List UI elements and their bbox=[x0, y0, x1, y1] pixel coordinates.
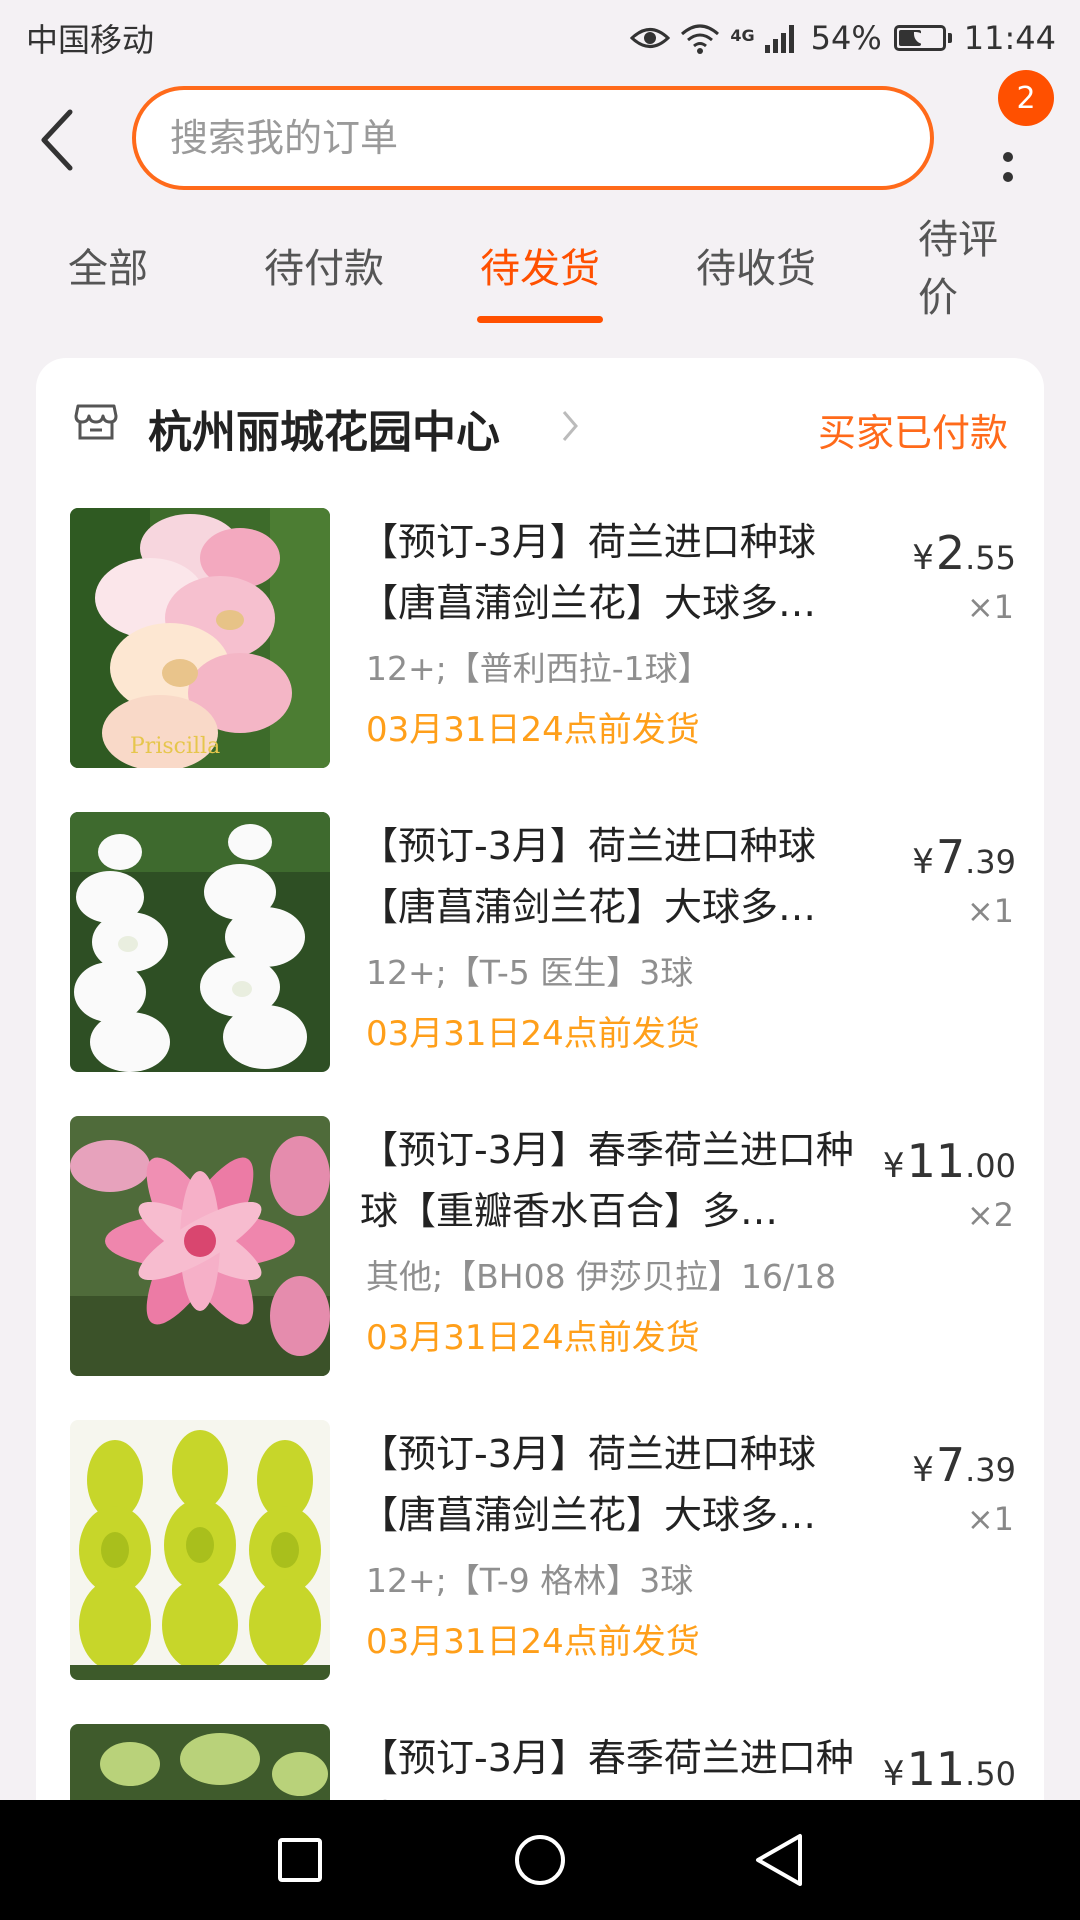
order-item[interactable]: 【预订-3月】荷兰进口种球【唐菖蒲剑兰花】大球多… 12+;【T-5 医生】3球… bbox=[36, 812, 1044, 1072]
status-icons: 4G bbox=[630, 22, 798, 54]
product-spec: 12+;【T-5 医生】3球 bbox=[366, 953, 694, 992]
product-spec: 12+;【普利西拉-1球】 bbox=[366, 649, 711, 688]
status-right: 4G 54% 11:44 bbox=[630, 19, 1056, 57]
product-spec: 其他;【BH08 伊莎贝拉】16/18 bbox=[366, 1257, 837, 1296]
ship-deadline: 03月31日24点前发货 bbox=[366, 1622, 700, 1662]
product-price: ¥7.39 bbox=[912, 1438, 1016, 1492]
order-item[interactable]: 【预订-3月】春季荷兰进口种球【重瓣香水百合】多… 其他;【BH08 伊莎贝拉】… bbox=[36, 1116, 1044, 1376]
more-dot-icon bbox=[1003, 152, 1013, 162]
carrier-label: 中国移动 bbox=[26, 21, 155, 59]
shop-header[interactable]: 杭州丽城花园中心 买家已付款 bbox=[36, 358, 1044, 488]
product-quantity: ×1 bbox=[966, 1500, 1014, 1538]
battery-percent: 54% bbox=[810, 19, 882, 57]
notification-badge: 2 bbox=[998, 70, 1054, 126]
back-nav-icon[interactable] bbox=[750, 1830, 810, 1890]
top-bar bbox=[0, 80, 1080, 200]
product-image-pink-lily[interactable] bbox=[70, 1116, 330, 1376]
ship-deadline: 03月31日24点前发货 bbox=[366, 1318, 700, 1358]
product-title[interactable]: 【预订-3月】荷兰进口种球【唐菖蒲剑兰花】大球多… bbox=[360, 1424, 860, 1546]
order-card: 杭州丽城花园中心 买家已付款 Priscilla 【预订-3月】荷兰进口种球【唐… bbox=[36, 358, 1044, 1918]
order-item[interactable]: 【预订-3月】荷兰进口种球【唐菖蒲剑兰花】大球多… 12+;【T-9 格林】3球… bbox=[36, 1420, 1044, 1680]
back-arrow-icon bbox=[41, 109, 73, 171]
product-image-green-gladiolus[interactable] bbox=[70, 1420, 330, 1680]
wifi-icon bbox=[681, 24, 720, 54]
order-item[interactable]: Priscilla 【预订-3月】荷兰进口种球【唐菖蒲剑兰花】大球多… 12+;… bbox=[36, 508, 1044, 768]
more-dot-icon bbox=[1003, 172, 1013, 182]
tab-pending-payment[interactable]: 待付款 bbox=[264, 220, 384, 310]
recent-apps-icon[interactable] bbox=[270, 1830, 330, 1890]
clock: 11:44 bbox=[963, 19, 1056, 57]
active-tab-indicator bbox=[477, 316, 603, 323]
product-quantity: ×2 bbox=[966, 1196, 1014, 1234]
store-icon bbox=[74, 404, 118, 440]
home-icon[interactable] bbox=[510, 1830, 570, 1890]
chevron-right-icon bbox=[562, 411, 578, 441]
back-button[interactable] bbox=[30, 102, 90, 178]
svg-text:Priscilla: Priscilla bbox=[130, 734, 220, 759]
tab-all[interactable]: 全部 bbox=[68, 220, 148, 310]
search-input[interactable] bbox=[168, 115, 858, 161]
order-tabs: 全部 待付款 待发货 待收货 待评价 bbox=[0, 217, 1080, 330]
product-title[interactable]: 【预订-3月】春季荷兰进口种球【重瓣香水百合】多… bbox=[360, 1120, 860, 1242]
product-price: ¥11.50 bbox=[882, 1742, 1016, 1796]
ship-deadline: 03月31日24点前发货 bbox=[366, 710, 700, 750]
product-title[interactable]: 【预订-3月】荷兰进口种球【唐菖蒲剑兰花】大球多… bbox=[360, 816, 860, 938]
tab-pending-review[interactable]: 待评价 bbox=[918, 217, 1026, 321]
network-type-label: 4G bbox=[730, 26, 755, 45]
system-nav-bar bbox=[0, 1800, 1080, 1920]
product-image-pink-gladiolus[interactable]: Priscilla bbox=[70, 508, 330, 768]
product-price: ¥2.55 bbox=[912, 526, 1016, 580]
product-image-white-gladiolus[interactable] bbox=[70, 812, 330, 1072]
search-box[interactable] bbox=[132, 86, 934, 190]
battery-icon bbox=[893, 25, 952, 51]
status-bar: 中国移动 4G 54% 11:44 bbox=[0, 0, 1080, 76]
eye-icon bbox=[630, 28, 671, 48]
shop-name[interactable]: 杭州丽城花园中心 bbox=[148, 396, 500, 460]
product-spec: 12+;【T-9 格林】3球 bbox=[366, 1561, 694, 1600]
product-title[interactable]: 【预订-3月】荷兰进口种球【唐菖蒲剑兰花】大球多… bbox=[360, 512, 860, 634]
signal-icon bbox=[764, 25, 794, 53]
product-quantity: ×1 bbox=[966, 588, 1014, 626]
product-price: ¥11.00 bbox=[882, 1134, 1016, 1188]
order-status: 买家已付款 bbox=[817, 411, 1008, 455]
tab-pending-shipment[interactable]: 待发货 bbox=[480, 220, 600, 310]
tab-pending-receipt[interactable]: 待收货 bbox=[696, 220, 816, 310]
product-price: ¥7.39 bbox=[912, 830, 1016, 884]
ship-deadline: 03月31日24点前发货 bbox=[366, 1014, 700, 1054]
product-quantity: ×1 bbox=[966, 892, 1014, 930]
